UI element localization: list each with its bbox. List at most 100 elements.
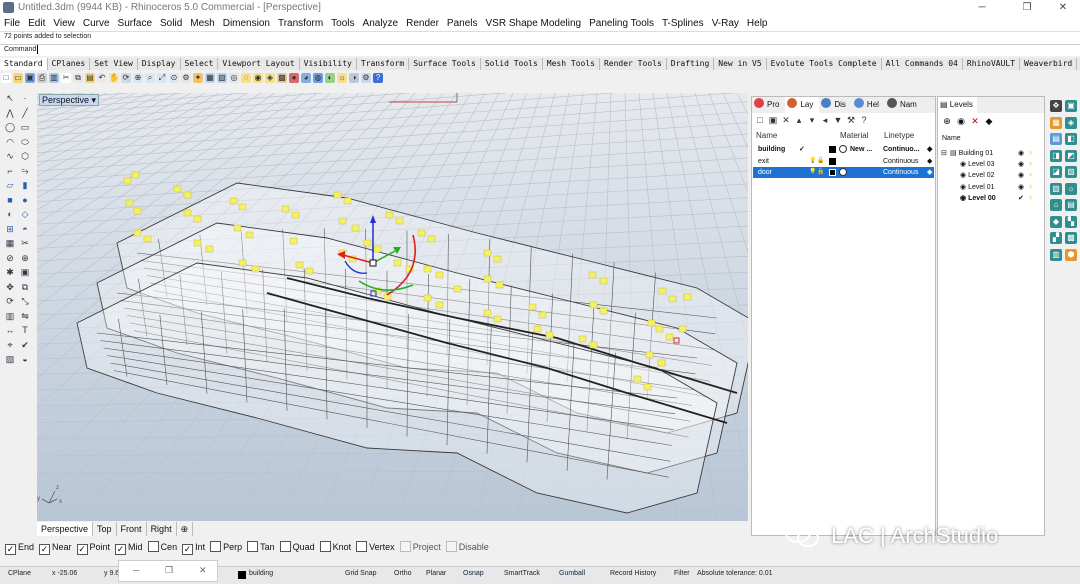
status-osnap[interactable]: Osnap [460,570,487,577]
control-point[interactable] [193,215,202,223]
control-point[interactable] [495,281,504,289]
control-point[interactable] [589,301,598,309]
menu-transform[interactable]: Transform [274,16,327,31]
osnap-int[interactable]: ✓ Int [182,538,205,556]
toolbar-tab-weaverbird[interactable]: Weaverbird [1020,58,1078,70]
levels-tab[interactable]: ▤ Levels [938,97,977,113]
viewport-label[interactable]: Perspective ▾ [39,94,100,106]
toolbar-tab-render-tools[interactable]: Render Tools [600,58,667,70]
boolean-tool-icon[interactable]: ⊞ [4,223,16,235]
control-point[interactable] [229,197,238,205]
sphere-icon[interactable]: ◍ [313,73,323,83]
level-item-level-03[interactable]: ◉ Level 03 [960,160,995,170]
control-point[interactable] [423,294,432,302]
delete-layer-icon[interactable]: ✕ [781,114,791,127]
toolbar-tab-surface-tools[interactable]: Surface Tools [409,58,481,70]
menu-solid[interactable]: Solid [156,16,186,31]
level-bulb-icon[interactable]: ♀ [1028,183,1033,193]
toolbar-tab-standard[interactable]: Standard [0,58,48,70]
box-tool-icon[interactable]: ■ [4,194,16,206]
close-button[interactable]: ✕ [1046,0,1080,16]
control-point[interactable] [665,333,674,341]
zoom-window-icon[interactable]: ⌕ [145,73,155,83]
control-point[interactable] [245,231,254,239]
osnap-knot[interactable]: Knot [319,538,351,556]
curve-tool-icon[interactable]: ∿ [4,150,16,162]
toolbar-tab-all-commands-04[interactable]: All Commands 04 [882,58,963,70]
copy-icon[interactable]: ⧉ [73,73,83,83]
layer-color-swatch[interactable] [829,157,836,165]
control-point[interactable] [131,171,140,179]
material-icon[interactable] [839,168,847,176]
control-point[interactable] [423,265,432,273]
osnap-checkbox[interactable]: ✓ [76,544,88,555]
menu-curve[interactable]: Curve [79,16,114,31]
split-tool-icon[interactable]: ⊘ [4,252,16,264]
osnap-mid[interactable]: ✓ Mid [115,538,143,556]
paste-icon[interactable]: ▤ [85,73,95,83]
level-item-level-02[interactable]: ◉ Level 02 [960,171,995,181]
circle-tool-icon[interactable]: ◯ [4,121,16,133]
save-icon[interactable]: ▣ [25,73,35,83]
edit-icon[interactable]: ▦ [1050,116,1062,129]
status-ortho[interactable]: Ortho [394,570,412,577]
control-point[interactable] [238,259,247,267]
panel-tab-lay[interactable]: Lay [785,97,820,113]
select-tool-icon[interactable]: ↖ [4,92,16,104]
osnap-cen[interactable]: Cen [147,538,177,556]
layer-row-exit[interactable]: exit 💡 🔓 Continuous ◆ [753,156,934,167]
control-point[interactable] [493,315,502,323]
control-point[interactable] [143,235,152,243]
cplane-icon[interactable]: ▦ [205,73,215,83]
layer-color-swatch[interactable] [829,169,836,176]
mesh-tool-icon[interactable]: ▦ [4,237,16,249]
column-name[interactable]: Name [756,131,777,140]
named-views-icon[interactable]: ◪ [1050,166,1062,178]
sun-icon[interactable]: ☼ [1065,182,1077,195]
lock-icon[interactable]: 🔓 [817,167,824,178]
revolve-tool-icon[interactable]: ◐ [4,208,16,220]
dimension-tool-icon[interactable]: ↔ [4,324,16,336]
level-eye-icon[interactable]: ✔ [1018,194,1024,204]
visibility-bulb-icon[interactable]: 💡 [809,167,816,178]
control-point[interactable] [538,311,547,319]
control-point[interactable] [453,285,462,293]
floors-icon[interactable]: ▥ [1050,248,1062,261]
osnap-end[interactable]: ✓ End [5,538,34,556]
loft-tool-icon[interactable]: ◇ [19,208,31,220]
material-icon[interactable]: ● [289,73,299,83]
viewport-tab-top[interactable]: Top [93,522,117,536]
control-point[interactable] [683,293,692,301]
point-tool-icon[interactable]: · [19,92,31,104]
open-icon[interactable]: ▭ [13,73,23,83]
popup-close-button[interactable]: ✕ [199,565,207,576]
status-record-history[interactable]: Record History [610,570,656,577]
control-point[interactable] [417,229,426,237]
roof-icon[interactable]: ⬢ [1065,248,1077,261]
toolbar-tab-evolute-tools-complete[interactable]: Evolute Tools Complete [767,58,882,70]
hatch-tool-icon[interactable]: ▨ [4,353,16,365]
control-point[interactable] [351,224,360,232]
level-bulb-icon[interactable]: ♀ [1028,171,1033,181]
control-point[interactable] [343,197,352,205]
control-point[interactable] [435,301,444,309]
control-point[interactable] [305,267,314,275]
control-point[interactable] [133,207,142,215]
tools-icon[interactable]: ⚒ [846,114,856,127]
control-point[interactable] [427,235,436,243]
column-material[interactable]: Material [840,131,868,140]
add-viewport-tab-icon[interactable]: ⊕ [177,522,194,536]
print-icon[interactable]: ⎙ [37,73,47,83]
building-model[interactable] [76,182,748,514]
stack-icon[interactable]: ▤ [1065,199,1077,211]
move-out-icon[interactable]: ◂ [820,114,830,127]
menu-vsr-shape-modeling[interactable]: VSR Shape Modeling [482,16,586,31]
toolbar-tab-new-in-v5[interactable]: New in V5 [714,58,767,70]
status-planar[interactable]: Planar [426,570,446,577]
layer-name[interactable]: building [758,144,785,155]
toolbar-tab-set-view[interactable]: Set View [90,58,138,70]
rectangle-tool-icon[interactable]: ▭ [19,121,31,133]
lock-icon[interactable]: ◆ [1050,215,1062,228]
show-icon[interactable]: ◉ [253,73,263,83]
level-eye-icon[interactable]: ◉ [1018,183,1024,193]
